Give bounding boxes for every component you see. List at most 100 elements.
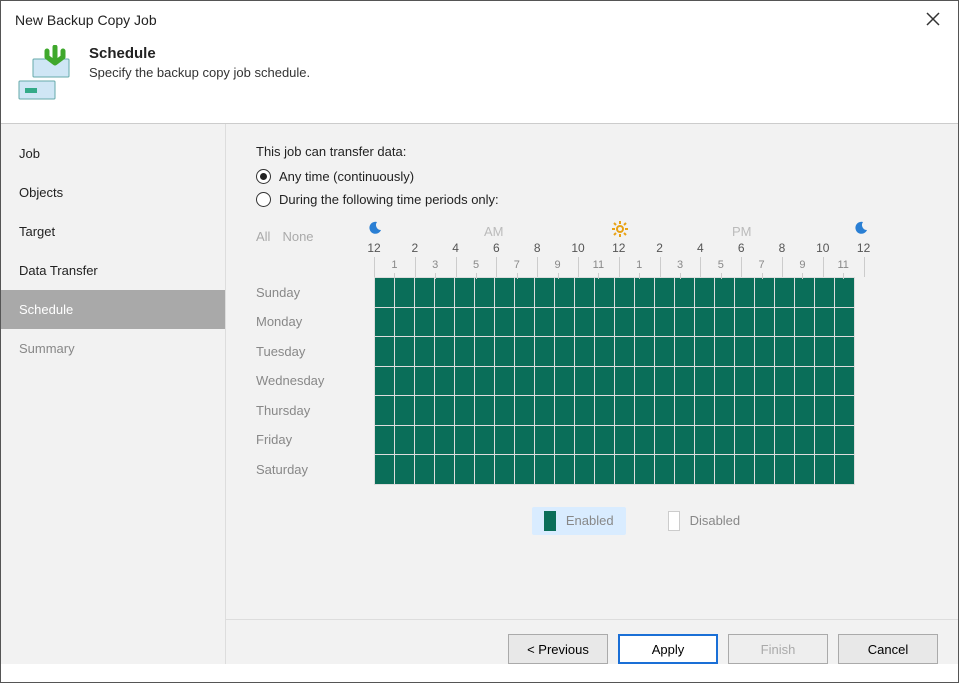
hour-tick: 5 bbox=[473, 259, 479, 271]
schedule-cell bbox=[614, 337, 634, 367]
legend: Enabled Disabled bbox=[356, 507, 928, 535]
schedule-cell bbox=[794, 366, 814, 396]
schedule-cell bbox=[394, 366, 414, 396]
hour-tick: 11 bbox=[837, 259, 848, 271]
schedule-cell bbox=[674, 366, 694, 396]
close-icon[interactable] bbox=[922, 11, 944, 29]
hour-tick: 1 bbox=[636, 259, 642, 271]
schedule-cell bbox=[734, 366, 754, 396]
schedule-cell bbox=[574, 278, 594, 308]
schedule-cell bbox=[494, 278, 514, 308]
sidebar-item-schedule[interactable]: Schedule bbox=[1, 290, 225, 329]
schedule-cell bbox=[474, 307, 494, 337]
schedule-cell bbox=[654, 366, 674, 396]
schedule-cell bbox=[594, 278, 614, 308]
radio-anytime[interactable]: Any time (continuously) bbox=[256, 169, 928, 184]
schedule-cell bbox=[514, 396, 534, 426]
schedule-cell bbox=[834, 425, 854, 455]
schedule-cell bbox=[814, 278, 834, 308]
schedule-cell bbox=[594, 396, 614, 426]
schedule-cell bbox=[794, 425, 814, 455]
schedule-cell bbox=[454, 425, 474, 455]
schedule-cell bbox=[514, 307, 534, 337]
schedule-cell bbox=[634, 337, 654, 367]
schedule-cell bbox=[674, 337, 694, 367]
schedule-cell bbox=[794, 307, 814, 337]
radio-periods[interactable]: During the following time periods only: bbox=[256, 192, 928, 207]
schedule-cell bbox=[654, 455, 674, 485]
schedule-cell bbox=[694, 455, 714, 485]
schedule-cell bbox=[554, 307, 574, 337]
hour-axis-bottom: 13579111357911 bbox=[374, 259, 928, 277]
schedule-cell bbox=[534, 307, 554, 337]
legend-enabled[interactable]: Enabled bbox=[532, 507, 626, 535]
day-label: Saturday bbox=[256, 455, 374, 485]
hour-tick: 7 bbox=[759, 259, 765, 271]
schedule-cell bbox=[594, 455, 614, 485]
schedule-cell bbox=[454, 396, 474, 426]
hour-tick: 9 bbox=[799, 259, 805, 271]
schedule-cell bbox=[434, 337, 454, 367]
schedule-cell bbox=[414, 425, 434, 455]
hour-tick: 3 bbox=[677, 259, 683, 271]
schedule-cell bbox=[454, 278, 474, 308]
schedule-cell bbox=[374, 366, 394, 396]
schedule-cell bbox=[714, 425, 734, 455]
schedule-cell bbox=[714, 278, 734, 308]
hour-tick: 10 bbox=[571, 241, 584, 255]
schedule-cell bbox=[594, 337, 614, 367]
moon-icon bbox=[368, 221, 382, 238]
page-title: Schedule bbox=[89, 45, 310, 62]
schedule-cell bbox=[394, 307, 414, 337]
schedule-cell bbox=[674, 307, 694, 337]
schedule-cell bbox=[514, 425, 534, 455]
schedule-cell bbox=[474, 366, 494, 396]
schedule-cell bbox=[754, 455, 774, 485]
apply-button[interactable]: Apply bbox=[618, 634, 718, 664]
schedule-cell bbox=[534, 455, 554, 485]
cancel-button[interactable]: Cancel bbox=[838, 634, 938, 664]
schedule-cell bbox=[494, 396, 514, 426]
schedule-cell bbox=[574, 396, 594, 426]
hour-tick: 4 bbox=[452, 241, 459, 255]
schedule-cell bbox=[694, 307, 714, 337]
schedule-cell bbox=[734, 307, 754, 337]
am-label: AM bbox=[484, 224, 504, 239]
sidebar-item-job[interactable]: Job bbox=[1, 134, 225, 173]
schedule-cell bbox=[754, 366, 774, 396]
schedule-cell bbox=[554, 425, 574, 455]
schedule-cell bbox=[474, 278, 494, 308]
schedule-cell bbox=[714, 396, 734, 426]
schedule-cell bbox=[734, 337, 754, 367]
schedule-cell bbox=[514, 337, 534, 367]
legend-disabled[interactable]: Disabled bbox=[656, 507, 753, 535]
day-label: Sunday bbox=[256, 278, 374, 308]
previous-button[interactable]: < Previous bbox=[508, 634, 608, 664]
schedule-cell bbox=[654, 396, 674, 426]
schedule-cell bbox=[374, 455, 394, 485]
schedule-grid: SundayMondayTuesdayWednesdayThursdayFrid… bbox=[256, 277, 855, 485]
schedule-cell bbox=[574, 366, 594, 396]
schedule-cell bbox=[814, 396, 834, 426]
schedule-cell bbox=[434, 307, 454, 337]
schedule-cell bbox=[774, 396, 794, 426]
schedule-cell bbox=[514, 278, 534, 308]
sidebar-item-objects[interactable]: Objects bbox=[1, 173, 225, 212]
schedule-cell bbox=[634, 396, 654, 426]
schedule-cell bbox=[694, 366, 714, 396]
hour-tick: 8 bbox=[779, 241, 786, 255]
schedule-cell bbox=[474, 396, 494, 426]
sidebar-item-summary: Summary bbox=[1, 329, 225, 368]
schedule-cell bbox=[494, 307, 514, 337]
disabled-swatch-icon bbox=[668, 511, 680, 531]
schedule-cell bbox=[554, 396, 574, 426]
schedule-cell bbox=[714, 366, 734, 396]
schedule-cell bbox=[774, 366, 794, 396]
sidebar-item-data-transfer[interactable]: Data Transfer bbox=[1, 251, 225, 290]
sidebar-item-target[interactable]: Target bbox=[1, 212, 225, 251]
hour-tick: 2 bbox=[656, 241, 663, 255]
schedule-cell bbox=[834, 455, 854, 485]
hour-tick: 10 bbox=[816, 241, 829, 255]
schedule-cell bbox=[834, 278, 854, 308]
hour-tick: 5 bbox=[718, 259, 724, 271]
